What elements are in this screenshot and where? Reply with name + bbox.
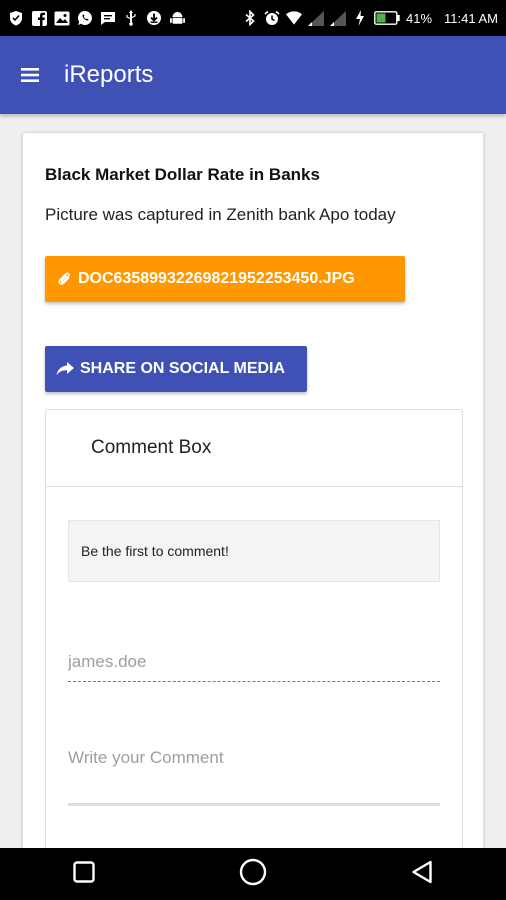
- download-icon: [146, 10, 162, 26]
- back-button[interactable]: [392, 848, 452, 900]
- status-bar: 41% 11:41 AM: [0, 0, 506, 36]
- share-arrow-icon: [56, 362, 74, 376]
- attachment-filename: DOC6358993226982195225345​0.JPG: [78, 270, 355, 287]
- comment-input[interactable]: [68, 740, 440, 806]
- status-time: 11:41 AM: [444, 10, 498, 26]
- recent-apps-button[interactable]: [54, 848, 114, 900]
- wifi-icon: [286, 10, 302, 26]
- notification-icons: [8, 10, 185, 26]
- username-input[interactable]: [68, 642, 440, 682]
- recent-apps-icon: [73, 860, 96, 888]
- bluetooth-icon: [242, 10, 258, 26]
- attachment-button[interactable]: DOC6358993226982195225345​0.JPG: [45, 256, 405, 302]
- comment-box-header: Comment Box: [46, 410, 462, 487]
- hamburger-menu-icon[interactable]: [0, 36, 60, 114]
- navigation-bar: [0, 848, 506, 900]
- system-icons: 41% 11:41 AM: [242, 10, 498, 26]
- message-icon: [100, 10, 116, 26]
- usb-icon: [123, 10, 139, 26]
- shield-icon: [8, 10, 24, 26]
- signal-icon: [308, 10, 324, 26]
- whatsapp-icon: [77, 10, 93, 26]
- report-card: Black Market Dollar Rate in Banks Pictur…: [22, 132, 484, 892]
- app-title: iReports: [64, 61, 154, 88]
- report-title: Black Market Dollar Rate in Banks: [45, 165, 320, 184]
- paperclip-icon: [58, 271, 72, 287]
- android-icon: [169, 10, 185, 26]
- app-bar: iReports: [0, 36, 506, 114]
- share-button[interactable]: SHARE ON SOCIAL MEDIA: [45, 346, 307, 392]
- report-description: Picture was captured in Zenith bank Apo …: [45, 205, 396, 224]
- alarm-icon: [264, 10, 280, 26]
- charging-icon: [352, 10, 368, 26]
- home-button[interactable]: [223, 848, 283, 900]
- facebook-icon: [31, 10, 47, 26]
- home-icon: [239, 858, 267, 891]
- back-icon: [411, 860, 433, 889]
- image-icon: [54, 10, 70, 26]
- signal-icon: [330, 10, 346, 26]
- empty-comments-message: Be the first to comment!: [68, 520, 440, 582]
- comment-box: Comment Box Be the first to comment!: [45, 409, 463, 889]
- battery-icon: [374, 10, 400, 26]
- share-button-label: SHARE ON SOCIAL MEDIA: [80, 360, 286, 377]
- battery-percent: 41%: [406, 10, 433, 26]
